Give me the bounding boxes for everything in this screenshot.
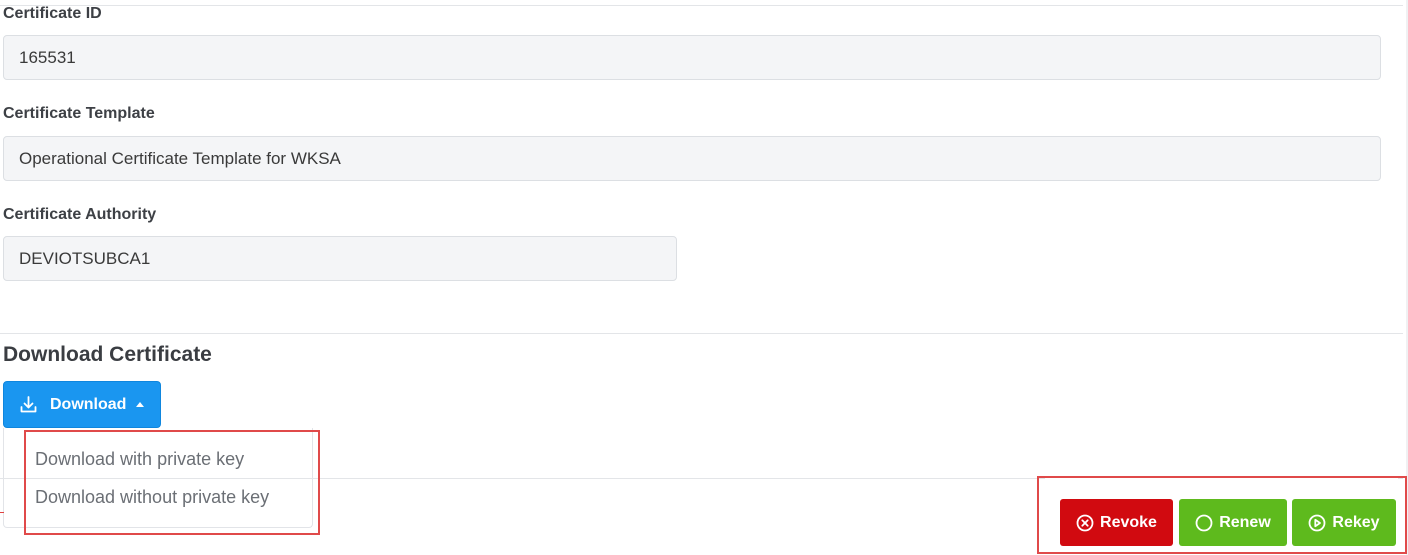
annotation-tick bbox=[0, 512, 4, 513]
rekey-label: Rekey bbox=[1332, 513, 1380, 531]
menu-highlight-box bbox=[24, 430, 320, 535]
certificate-id-label: Certificate ID bbox=[3, 5, 102, 22]
play-circle-icon bbox=[1308, 514, 1326, 532]
certificate-id-field[interactable]: 165531 bbox=[3, 35, 1381, 80]
certificate-details-page: Certificate ID 165531 Certificate Templa… bbox=[0, 0, 1408, 555]
renew-button[interactable]: Renew bbox=[1179, 499, 1287, 546]
download-section-heading: Download Certificate bbox=[3, 343, 212, 366]
section-divider bbox=[0, 333, 1403, 334]
circle-icon bbox=[1195, 514, 1213, 532]
certificate-template-field[interactable]: Operational Certificate Template for WKS… bbox=[3, 136, 1381, 181]
certificate-authority-field[interactable]: DEVIOTSUBCA1 bbox=[3, 236, 677, 281]
download-button-label: Download bbox=[50, 395, 127, 413]
revoke-button[interactable]: Revoke bbox=[1060, 499, 1173, 546]
x-circle-icon bbox=[1076, 514, 1094, 532]
revoke-label: Revoke bbox=[1100, 513, 1157, 531]
rekey-button[interactable]: Rekey bbox=[1292, 499, 1396, 546]
certificate-template-label: Certificate Template bbox=[3, 105, 155, 122]
download-button[interactable]: Download bbox=[3, 381, 161, 428]
download-icon bbox=[19, 395, 38, 414]
renew-label: Renew bbox=[1219, 513, 1271, 531]
certificate-authority-label: Certificate Authority bbox=[3, 206, 157, 223]
caret-up-icon bbox=[136, 402, 145, 407]
top-divider bbox=[0, 5, 1403, 6]
